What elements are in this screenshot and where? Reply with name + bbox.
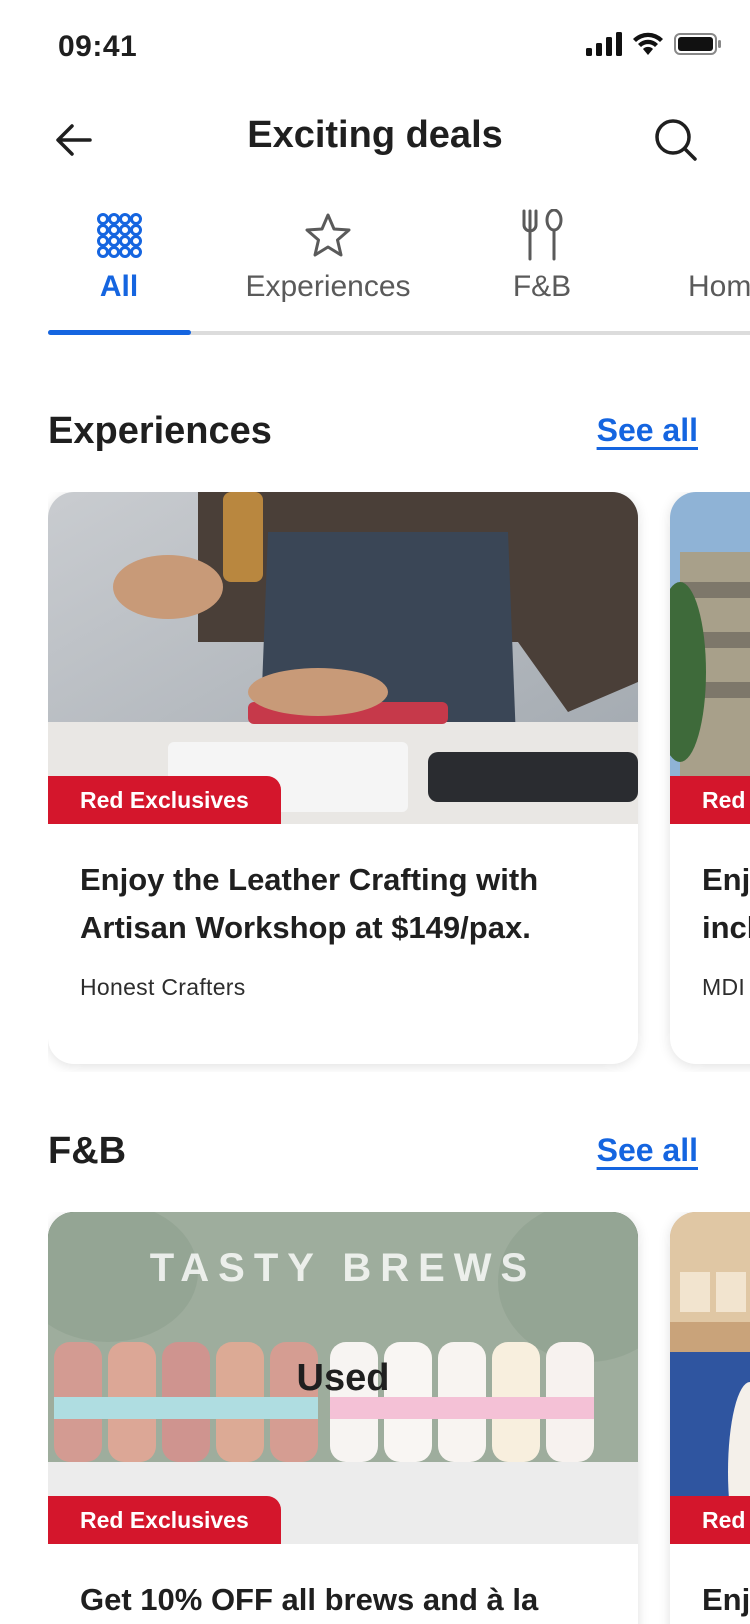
red-exclusives-badge: Red Exclusives — [48, 1496, 281, 1544]
deal-title: Get 10% OFF all brews and à la — [80, 1582, 539, 1617]
red-exclusives-badge: Red — [670, 776, 750, 824]
deal-card[interactable]: Used TASTY BREWS Red Exclusives Get 10% … — [48, 1212, 638, 1624]
deal-title: Enj — [702, 1582, 750, 1617]
tab-all[interactable]: All — [78, 208, 160, 326]
battery-icon — [674, 33, 721, 55]
red-exclusives-badge: Red Exclusives — [48, 776, 281, 824]
deal-image: Used TASTY BREWS Red Exclusives — [48, 1212, 638, 1544]
tab-fnb[interactable]: F&B — [496, 208, 588, 326]
status-bar: 09:41 — [0, 0, 750, 96]
grid-dots-icon — [96, 208, 142, 262]
fork-spoon-icon — [518, 208, 566, 262]
star-outline-icon — [304, 208, 352, 262]
deal-image: Red — [670, 492, 750, 824]
section-title: Experiences — [48, 410, 272, 452]
deal-merchant: Honest Crafters — [80, 974, 246, 1000]
see-all-link[interactable]: See all — [597, 1132, 698, 1169]
red-exclusives-badge: Red — [670, 1496, 750, 1544]
deal-card[interactable]: Red Exclusives Enjoy the Leather Craftin… — [48, 492, 638, 1064]
status-time: 09:41 — [58, 30, 138, 63]
fnb-carousel: Used TASTY BREWS Red Exclusives Get 10% … — [48, 1212, 750, 1624]
deal-title: Enj incl — [702, 862, 750, 945]
search-icon — [655, 119, 697, 161]
deal-card[interactable]: Red Enj — [670, 1212, 750, 1624]
deal-merchant: MDI — [702, 974, 746, 1000]
section-header-fnb: F&B See all — [48, 1130, 698, 1190]
see-all-link[interactable]: See all — [597, 412, 698, 449]
tab-label: Home — [687, 270, 750, 303]
deal-title: Enjoy the Leather Crafting with Artisan … — [80, 862, 539, 945]
tab-experiences[interactable]: Experiences — [228, 208, 428, 326]
tab-label: Experiences — [245, 270, 411, 303]
section-title: F&B — [48, 1130, 127, 1172]
status-icons — [586, 32, 722, 56]
cellular-signal-icon — [586, 32, 622, 56]
experiences-carousel: Red Exclusives Enjoy the Leather Craftin… — [48, 492, 750, 1072]
deal-card[interactable]: Red Enj incl MDI — [670, 492, 750, 1064]
search-button[interactable] — [650, 114, 702, 166]
tab-label: F&B — [512, 270, 572, 303]
tab-active-indicator — [48, 330, 191, 335]
page-title: Exciting deals — [247, 114, 503, 156]
category-tabs: All Experiences F&B Home — [0, 208, 750, 338]
image-brand-text: TASTY BREWS — [149, 1246, 537, 1290]
tab-home[interactable]: Home — [668, 208, 750, 326]
tab-label: All — [99, 270, 139, 303]
header: Exciting deals — [0, 96, 750, 206]
deal-image: Red Exclusives — [48, 492, 638, 824]
section-header-experiences: Experiences See all — [48, 410, 698, 470]
used-label: Used — [296, 1356, 390, 1399]
wifi-icon — [633, 32, 663, 55]
deal-image: Red — [670, 1212, 750, 1544]
